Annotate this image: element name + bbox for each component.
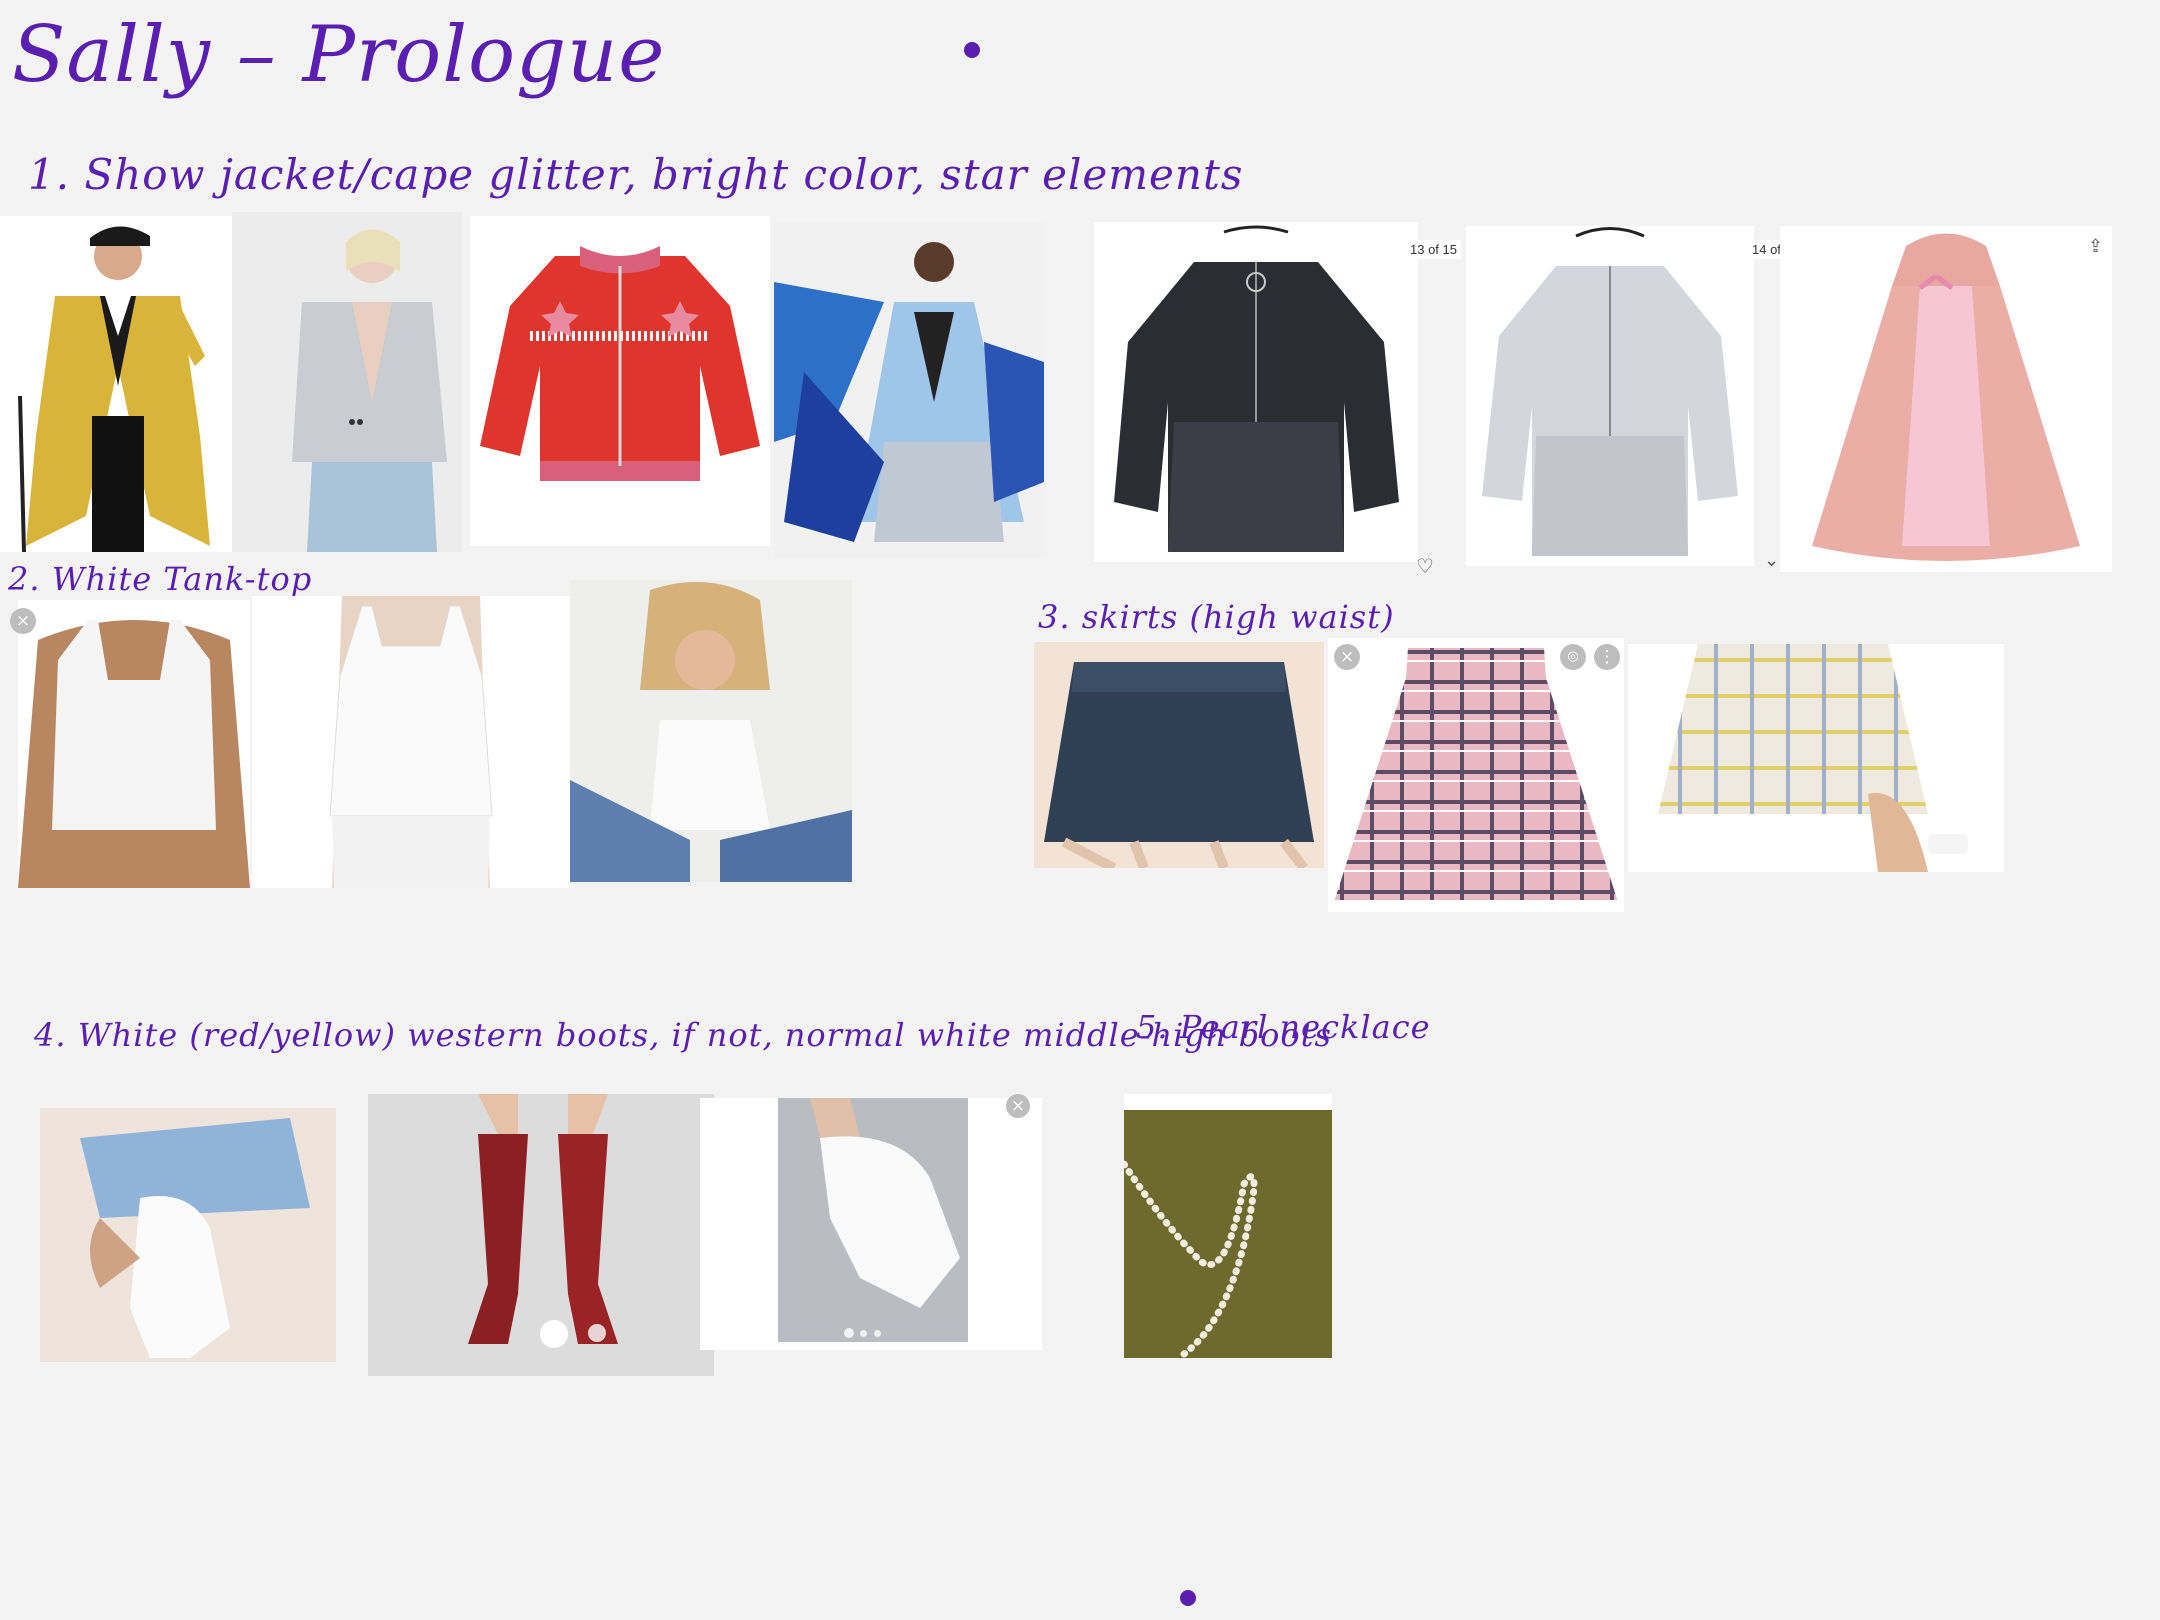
carousel-dot-active[interactable]: [540, 1320, 568, 1348]
carousel-dot[interactable]: [860, 1330, 867, 1337]
close-icon[interactable]: ×: [10, 608, 36, 634]
stray-pen-dot: [1180, 1590, 1196, 1606]
photo-silver-sequin-fringe-top[interactable]: [1466, 226, 1754, 566]
photo-blue-tinsel-fringe-jacket[interactable]: [774, 222, 1044, 558]
photo-pink-sequin-cape[interactable]: [1780, 226, 2112, 572]
heart-outline-icon[interactable]: ♡: [1416, 554, 1434, 578]
stray-pen-dot: [964, 42, 980, 58]
photo-yellow-plaid-skirt[interactable]: [1628, 644, 2004, 872]
share-icon[interactable]: ⇪: [2088, 236, 2103, 257]
close-icon[interactable]: ×: [1334, 644, 1360, 670]
section-jackets-heading: 1. Show jacket/cape glitter, bright colo…: [28, 150, 1244, 199]
close-icon[interactable]: ×: [1006, 1094, 1030, 1118]
photo-white-ankle-western-boot[interactable]: [700, 1098, 1042, 1350]
photo-gold-tailcoat[interactable]: [0, 216, 236, 552]
photo-white-crop-tank[interactable]: [18, 600, 250, 888]
section-tanks-heading: 2. White Tank-top: [8, 560, 313, 598]
carousel-dot[interactable]: [588, 1324, 606, 1342]
photo-black-sequin-fringe-top[interactable]: [1094, 222, 1418, 562]
photo-red-fringe-bomber[interactable]: [470, 216, 770, 546]
photo-white-western-boot[interactable]: [40, 1108, 336, 1362]
photo-silver-sequin-suit[interactable]: [232, 212, 462, 552]
page-title: Sally – Prologue: [12, 10, 666, 100]
section-skirts-heading: 3. skirts (high waist): [1038, 598, 1395, 636]
photo-denim-pleated-skirt[interactable]: [1034, 642, 1324, 868]
photo-white-long-tank[interactable]: [252, 596, 570, 888]
carousel-dot[interactable]: [874, 1330, 881, 1337]
photo-white-tank-denim[interactable]: [570, 580, 852, 882]
photo-pearl-necklace[interactable]: [1124, 1094, 1332, 1358]
lens-icon[interactable]: ◎: [1560, 644, 1586, 670]
more-vert-icon[interactable]: ⋮: [1594, 644, 1620, 670]
carousel-dot[interactable]: [844, 1328, 854, 1338]
carousel-counter: 13 of 15: [1406, 240, 1461, 259]
section-pearls-heading: 5. Pearl necklace: [1136, 1008, 1431, 1046]
chevron-down-icon[interactable]: ⌄: [1764, 550, 1779, 571]
photo-pink-plaid-skirt[interactable]: [1328, 638, 1624, 912]
